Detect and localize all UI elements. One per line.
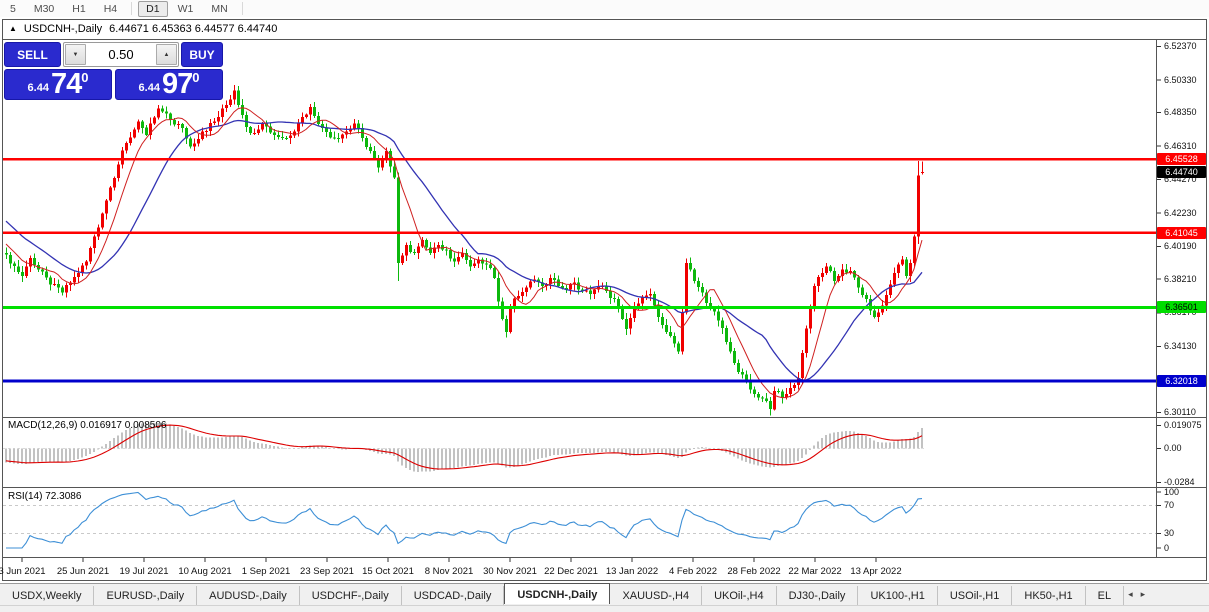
price-axis-label: 6.42230 xyxy=(1164,207,1197,218)
sell-price-base: 6.44 xyxy=(27,82,49,94)
date-axis-label: 22 Dec 2021 xyxy=(544,566,598,577)
chart-ohlc-readout: 6.44671 6.45363 6.44577 6.44740 xyxy=(109,23,278,35)
sell-price-sup: 0 xyxy=(81,70,89,85)
symbol-tab-usdcnh-daily[interactable]: USDCNH-,Daily xyxy=(504,583,611,604)
symbol-tab-el[interactable]: EL xyxy=(1086,586,1125,605)
macd-axis-label: 0.019075 xyxy=(1164,420,1202,430)
price-axis-label: 6.50330 xyxy=(1164,74,1197,85)
symbol-tab-hk50-h1[interactable]: HK50-,H1 xyxy=(1012,586,1086,605)
rsi-axis-label: 70 xyxy=(1164,500,1175,510)
one-click-trading-panel: SELL ▼ ▲ BUY 6.44740 6.44970 xyxy=(4,42,223,100)
date-axis-label: 30 Nov 2021 xyxy=(483,566,537,577)
trading-terminal: 5 M30 H1 H4 D1 W1 MN ▲ USDCNH-,Daily 6.44671 6… xyxy=(0,0,1209,612)
symbol-tab-usdx-weekly[interactable]: USDX,Weekly xyxy=(0,586,95,605)
symbol-tab-xauusd-h4[interactable]: XAUUSD-,H4 xyxy=(610,586,703,605)
symbol-tab-usdchf-daily[interactable]: USDCHF-,Daily xyxy=(300,586,402,605)
volume-stepper: ▼ ▲ xyxy=(63,42,179,67)
price-line-badge: 6.44740 xyxy=(1157,165,1206,178)
sell-price-big: 74 xyxy=(50,68,82,100)
date-axis-label: 13 Jan 2022 xyxy=(605,566,659,577)
date-axis-label: 19 Jul 2021 xyxy=(119,566,169,577)
price-axis-label: 6.30110 xyxy=(1164,406,1196,417)
volume-input[interactable] xyxy=(87,43,155,66)
collapse-arrow-icon[interactable]: ▲ xyxy=(9,24,17,33)
date-axis-label: 22 Mar 2022 xyxy=(788,566,842,577)
buy-button[interactable]: BUY xyxy=(181,42,223,67)
price-line-badge: 6.36501 xyxy=(1157,301,1206,314)
price-axis-label: 6.52370 xyxy=(1164,41,1197,52)
buy-price-base: 6.44 xyxy=(138,82,160,94)
chart-title: ▲ USDCNH-,Daily 6.44671 6.45363 6.44577 … xyxy=(9,23,277,35)
macd-axis-label: 0.00 xyxy=(1164,443,1182,453)
date-axis-label: 23 Sep 2021 xyxy=(300,566,354,577)
chart-symbol-label: USDCNH-,Daily xyxy=(23,23,103,35)
caret-down-icon: ▼ xyxy=(72,51,79,58)
symbol-tab-usdcad-daily[interactable]: USDCAD-,Daily xyxy=(402,586,505,605)
volume-increase-button[interactable]: ▲ xyxy=(156,44,177,65)
buy-price-sup: 0 xyxy=(192,70,200,85)
sell-button[interactable]: SELL xyxy=(4,42,61,67)
price-line-badge: 6.45528 xyxy=(1157,153,1206,165)
rsi-axis-label: 30 xyxy=(1164,528,1175,538)
date-axis-label: 8 Nov 2021 xyxy=(424,566,474,577)
chart-tab-bar: USDX,Weekly EURUSD-,Daily AUDUSD-,Daily USD… xyxy=(0,583,1209,605)
caret-up-icon: ▲ xyxy=(163,51,170,58)
sell-price-display[interactable]: 6.44 74 0 xyxy=(4,69,112,100)
price-axis-label: 6.48350 xyxy=(1164,107,1197,118)
symbol-tab-audusd-daily[interactable]: AUDUSD-,Daily xyxy=(197,586,300,605)
price-line-badge: 6.32018 xyxy=(1157,374,1206,387)
symbol-tab-ukoil-h4[interactable]: UKOil-,H4 xyxy=(702,586,777,605)
rsi-indicator-label: RSI(14) 72.3086 xyxy=(8,491,82,502)
date-axis-label: 1 Sep 2021 xyxy=(241,566,291,577)
date-axis-label: 4 Feb 2022 xyxy=(668,566,718,577)
price-axis-label: 6.46310 xyxy=(1164,140,1197,151)
tab-scroll-left-icon[interactable]: ◂ xyxy=(1124,584,1137,605)
symbol-tab-usoil-h1[interactable]: USOil-,H1 xyxy=(938,586,1013,605)
price-axis-label: 6.34130 xyxy=(1164,340,1197,351)
status-bar xyxy=(0,605,1209,612)
rsi-axis-label: 100 xyxy=(1164,486,1180,497)
date-axis-label: 28 Feb 2022 xyxy=(727,566,781,577)
date-axis-label: 13 Apr 2022 xyxy=(850,566,902,577)
buy-price-display[interactable]: 6.44 97 0 xyxy=(115,69,223,100)
buy-price-big: 97 xyxy=(161,68,193,100)
symbol-tab-dj30-daily[interactable]: DJ30-,Daily xyxy=(777,586,859,605)
price-axis-label: 6.40190 xyxy=(1164,241,1197,252)
date-axis-label: 15 Oct 2021 xyxy=(362,566,414,577)
symbol-tab-eurusd-daily[interactable]: EURUSD-,Daily xyxy=(94,586,198,605)
rsi-axis-label: 0 xyxy=(1164,542,1170,553)
tab-scroll-right-icon[interactable]: ▸ xyxy=(1137,584,1150,605)
date-axis-label: 10 Aug 2021 xyxy=(178,566,232,577)
price-line-badge: 6.41045 xyxy=(1157,226,1206,239)
macd-indicator-label: MACD(12,26,9) 0.016917 0.008506 xyxy=(8,420,167,431)
price-axis-label: 6.38210 xyxy=(1164,273,1197,284)
date-axis-label: 3 Jun 2021 xyxy=(0,566,46,577)
date-axis-label: 25 Jun 2021 xyxy=(56,566,110,577)
symbol-tab-uk100-h1[interactable]: UK100-,H1 xyxy=(858,586,938,605)
volume-decrease-button[interactable]: ▼ xyxy=(65,44,86,65)
